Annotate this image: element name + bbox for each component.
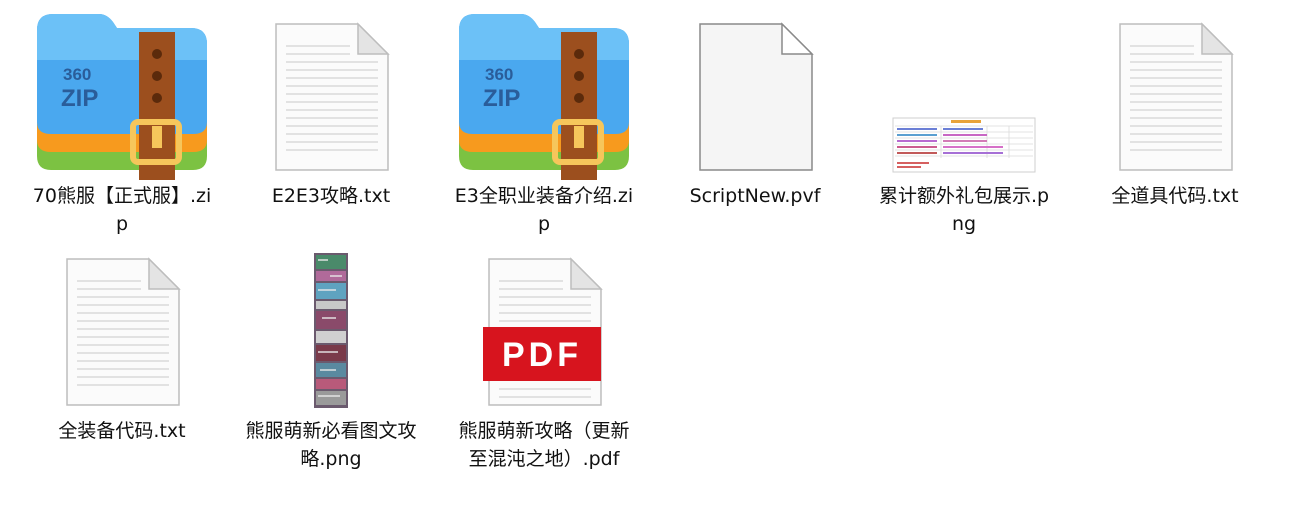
file-item[interactable]: 360 ZIP E3全职业装备介绍.zip bbox=[455, 10, 633, 235]
file-item[interactable]: 全道具代码.txt bbox=[1095, 10, 1255, 207]
blank-file-icon bbox=[670, 10, 840, 180]
svg-text:360: 360 bbox=[485, 65, 513, 84]
file-name: E3全职业装备介绍.zip bbox=[454, 185, 634, 235]
image-thumbnail-icon bbox=[879, 10, 1049, 180]
file-item[interactable]: PDF 熊服萌新攻略（更新至混沌之地）.pdf bbox=[458, 245, 630, 470]
pdf-file-icon: PDF bbox=[459, 245, 629, 415]
file-item[interactable]: 累计额外礼包展示.png bbox=[879, 10, 1049, 235]
file-item[interactable]: 全装备代码.txt bbox=[42, 245, 202, 442]
file-name: 累计额外礼包展示.png bbox=[878, 185, 1050, 235]
file-item[interactable]: E2E3攻略.txt bbox=[251, 10, 411, 207]
file-item[interactable]: ScriptNew.pvf bbox=[675, 10, 835, 207]
image-thumbnail-icon bbox=[246, 245, 416, 415]
file-name: 全装备代码.txt bbox=[58, 420, 186, 442]
file-name: ScriptNew.pvf bbox=[689, 185, 821, 207]
svg-text:PDF: PDF bbox=[502, 336, 582, 374]
file-name: E2E3攻略.txt bbox=[271, 185, 391, 207]
file-item[interactable]: 360 ZIP 70熊服【正式服】.zip bbox=[33, 10, 211, 235]
text-file-icon bbox=[246, 10, 416, 180]
text-file-icon bbox=[37, 245, 207, 415]
text-file-icon bbox=[1090, 10, 1260, 180]
file-name: 熊服萌新攻略（更新至混沌之地）.pdf bbox=[458, 420, 630, 470]
svg-text:360: 360 bbox=[63, 65, 91, 84]
file-item[interactable]: 熊服萌新必看图文攻略.png bbox=[245, 245, 417, 470]
svg-text:ZIP: ZIP bbox=[483, 85, 520, 112]
file-name: 熊服萌新必看图文攻略.png bbox=[245, 420, 417, 470]
360-zip-archive-icon: 360 ZIP bbox=[459, 10, 629, 180]
file-name: 全道具代码.txt bbox=[1111, 185, 1239, 207]
svg-text:ZIP: ZIP bbox=[61, 85, 98, 112]
360-zip-archive-icon: 360 ZIP bbox=[37, 10, 207, 180]
file-name: 70熊服【正式服】.zip bbox=[32, 185, 212, 235]
